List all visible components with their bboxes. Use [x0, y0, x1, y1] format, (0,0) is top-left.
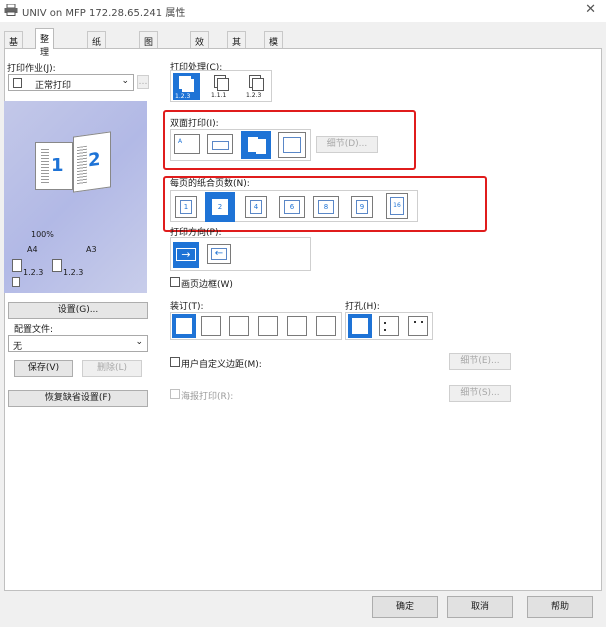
collate-caption: 1.2.3	[175, 93, 191, 100]
config-select[interactable]: 无 ⌄	[8, 335, 148, 352]
duplex-short-edge-icon[interactable]	[207, 134, 233, 154]
nup-8-icon[interactable]: 8	[313, 196, 339, 218]
tab-paper-handling[interactable]: 纸张处理	[87, 31, 107, 87]
tab-image-quality[interactable]: 图像质量	[139, 31, 159, 87]
job-extra-button[interactable]: …	[137, 75, 149, 89]
nup-2-icon[interactable]: 2	[205, 192, 235, 222]
binding-right-double-icon[interactable]	[316, 316, 336, 336]
binding-group	[170, 312, 342, 340]
punch-two-holes-icon[interactable]	[379, 316, 399, 336]
preview-collate-b: 1.2.3	[63, 268, 84, 277]
window-title: UNIV on MFP 172.28.65.241 属性	[22, 8, 186, 19]
stack-caption: 1.2.3	[246, 92, 262, 99]
nup-8-value: 8	[318, 200, 334, 214]
custom-margin-detail-button[interactable]: 细节(E)...	[449, 353, 511, 370]
nup-4-value: 4	[250, 200, 262, 214]
nup-6-icon[interactable]: 6	[279, 196, 305, 218]
preview-page-left: 1	[35, 142, 73, 190]
printer-icon	[4, 4, 18, 16]
punch-none-icon[interactable]	[348, 314, 372, 338]
duplex-group: A	[170, 129, 311, 161]
tab-other[interactable]: 其它	[227, 31, 247, 61]
duplex-long-edge-icon[interactable]	[241, 131, 271, 159]
nup-1-value: 1	[180, 200, 192, 214]
chevron-down-icon: ⌄	[121, 76, 129, 86]
cancel-button[interactable]: 取消	[447, 596, 513, 618]
restore-defaults-button[interactable]: 恢复缺省设置(F)	[8, 390, 148, 407]
punch-top-holes-icon[interactable]	[408, 316, 428, 336]
nup-label: 每页的纸合页数(N):	[170, 179, 250, 189]
preview-pages: 1 2	[35, 131, 113, 193]
nup-2-value: 2	[212, 199, 228, 215]
poster-checkbox[interactable]	[170, 389, 180, 399]
save-button[interactable]: 保存(V)	[14, 360, 73, 377]
orientation-right-icon[interactable]: →	[173, 242, 199, 268]
nup-16-value: 16	[390, 197, 404, 215]
chevron-down-icon: ⌄	[135, 337, 143, 347]
punch-group	[345, 312, 433, 340]
config-label: 配置文件:	[14, 325, 54, 335]
binding-top-right-icon[interactable]	[229, 316, 249, 336]
poster-label: 海报打印(R):	[181, 392, 234, 402]
preview-size-a4: A4	[27, 245, 38, 254]
job-select-value: 正常打印	[35, 81, 72, 91]
binding-label: 装订(T):	[170, 302, 204, 312]
nup-group: 1 2 4 6 8 9 16	[170, 190, 418, 222]
close-icon[interactable]: ✕	[585, 2, 596, 17]
orientation-group: → ←	[170, 237, 311, 271]
page-border-checkbox[interactable]	[170, 277, 180, 287]
preview-pane: 1 2 100% A4 A3 1.2.3 1.2.3	[4, 101, 147, 293]
punch-label: 打孔(H):	[345, 302, 380, 312]
ok-button[interactable]: 确定	[372, 596, 438, 618]
binding-none-icon[interactable]	[172, 314, 196, 338]
duplex-booklet-icon[interactable]	[278, 132, 306, 158]
settings-button[interactable]: 设置(G)...	[8, 302, 148, 319]
config-select-value: 无	[13, 342, 23, 352]
poster-detail-button[interactable]: 细节(S)...	[449, 385, 511, 402]
staple-page-icon	[12, 277, 20, 287]
tab-basic[interactable]: 基本	[4, 31, 24, 61]
duplex-off-icon[interactable]: A	[174, 134, 200, 154]
preview-page-number-1: 1	[51, 155, 64, 176]
duplex-label: 双面打印(I):	[170, 119, 219, 129]
nup-4-icon[interactable]: 4	[245, 196, 267, 218]
document-icon	[13, 78, 22, 88]
duplex-detail-button[interactable]: 细节(D)...	[316, 136, 378, 153]
group-caption: 1.1.1	[211, 92, 227, 99]
nup-6-value: 6	[284, 200, 300, 214]
title-bar: UNIV on MFP 172.28.65.241 属性 ✕	[0, 0, 606, 22]
nup-1-icon[interactable]: 1	[175, 196, 197, 218]
preview-size-a3: A3	[86, 245, 97, 254]
tab-template[interactable]: 模板	[264, 31, 284, 61]
group-icon[interactable]: 1.1.1	[208, 73, 235, 100]
nup-16-icon[interactable]: 16	[386, 193, 408, 219]
help-button[interactable]: 帮助	[527, 596, 593, 618]
tab-finishing[interactable]: 整理	[35, 28, 55, 58]
tab-effects[interactable]: 效果	[190, 31, 210, 61]
preview-page-number-2: 2	[88, 148, 101, 172]
orientation-left-icon[interactable]: ←	[207, 244, 231, 264]
collate-icon[interactable]: 1.2.3	[173, 73, 200, 100]
preview-page-right: 2	[73, 131, 111, 193]
nup-9-value: 9	[356, 200, 368, 214]
delete-button[interactable]: 删除(L)	[82, 360, 142, 377]
collate-page-icon	[12, 259, 22, 272]
collate-page-icon	[52, 259, 62, 272]
custom-margin-checkbox[interactable]	[170, 357, 180, 367]
job-label: 打印作业(J):	[7, 64, 56, 74]
job-select[interactable]: 正常打印 ⌄	[8, 74, 134, 91]
preview-zoom: 100%	[31, 230, 54, 239]
preview-collate-a: 1.2.3	[23, 268, 44, 277]
nup-9-icon[interactable]: 9	[351, 196, 373, 218]
binding-top-double-icon[interactable]	[258, 316, 278, 336]
binding-top-left-icon[interactable]	[201, 316, 221, 336]
print-process-group: 1.2.3 1.1.1 1.2.3	[170, 70, 272, 102]
custom-margin-label: 用户自定义边距(M):	[181, 360, 262, 370]
stack-icon[interactable]: 1.2.3	[243, 73, 270, 100]
binding-left-double-icon[interactable]	[287, 316, 307, 336]
page-border-label: 画页边框(W)	[181, 280, 233, 290]
